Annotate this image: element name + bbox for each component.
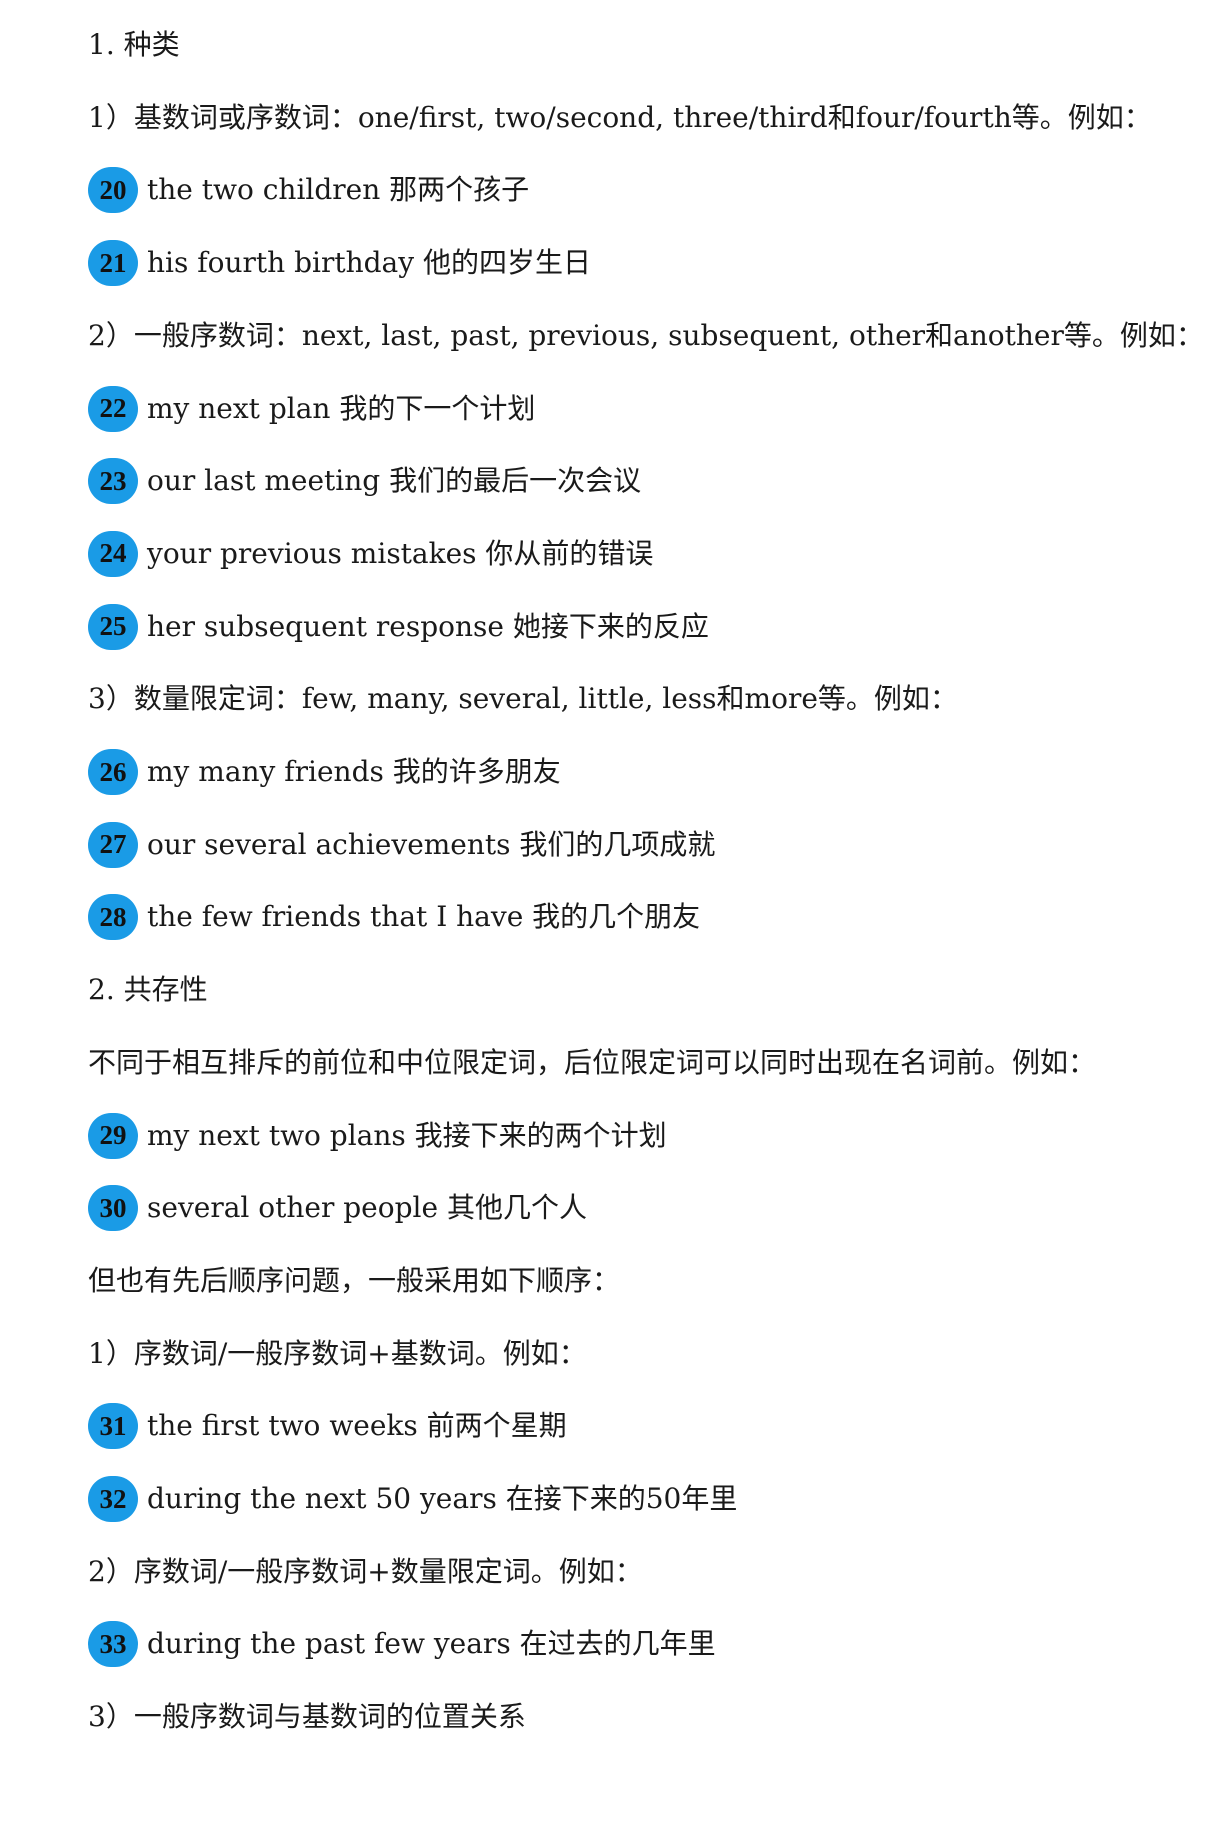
paragraph-text: 但也有先后顺序问题，一般采用如下顺序： bbox=[88, 1263, 621, 1297]
example-item: 26 my many friends 我的许多朋友 bbox=[88, 747, 1187, 797]
paragraph: 1）序数词/一般序数词+基数词。例如： bbox=[88, 1329, 1187, 1379]
paragraph-text: 1）序数词/一般序数词+基数词。例如： bbox=[88, 1336, 587, 1370]
example-item: 27 our several achievements 我们的几项成就 bbox=[88, 820, 1187, 870]
paragraph: 2）序数词/一般序数词+数量限定词。例如： bbox=[88, 1547, 1187, 1597]
paragraph-text: 3）一般序数词与基数词的位置关系 bbox=[88, 1700, 526, 1734]
example-number-badge: 31 bbox=[88, 1403, 138, 1450]
example-text: my many friends 我的许多朋友 bbox=[147, 755, 561, 788]
example-text: my next two plans 我接下来的两个计划 bbox=[147, 1118, 667, 1152]
document-page: 1. 种类 1）基数词或序数词：one/first, two/second, th… bbox=[0, 0, 1207, 1828]
paragraph: 3）数量限定词：few, many, several, little, less… bbox=[88, 674, 1187, 724]
paragraph: 3）一般序数词与基数词的位置关系 bbox=[88, 1692, 1187, 1742]
example-number-badge: 30 bbox=[88, 1185, 138, 1232]
example-item: 33 during the past few years 在过去的几年里 bbox=[88, 1619, 1187, 1669]
example-item: 20 the two children 那两个孩子 bbox=[88, 165, 1187, 215]
heading-text: 2. 共存性 bbox=[88, 973, 208, 1007]
section-heading: 1. 种类 bbox=[88, 20, 1187, 70]
example-item: 23 our last meeting 我们的最后一次会议 bbox=[88, 456, 1187, 506]
paragraph-text: 2）一般序数词：next, last, past, previous, subs… bbox=[88, 318, 1204, 352]
paragraph-text: 不同于相互排斥的前位和中位限定词，后位限定词可以同时出现在名词前。例如： bbox=[88, 1045, 1097, 1079]
example-text: during the next 50 years 在接下来的50年里 bbox=[147, 1482, 738, 1515]
example-number-badge: 27 bbox=[88, 821, 138, 868]
paragraph-text: 3）数量限定词：few, many, several, little, less… bbox=[88, 682, 958, 716]
example-item: 28 the few friends that I have 我的几个朋友 bbox=[88, 892, 1187, 942]
example-item: 22 my next plan 我的下一个计划 bbox=[88, 384, 1187, 434]
example-item: 29 my next two plans 我接下来的两个计划 bbox=[88, 1111, 1187, 1161]
example-text: during the past few years 在过去的几年里 bbox=[147, 1627, 716, 1661]
example-text: the two children 那两个孩子 bbox=[147, 173, 530, 207]
section-heading: 2. 共存性 bbox=[88, 965, 1187, 1015]
example-text: our last meeting 我们的最后一次会议 bbox=[147, 464, 642, 498]
example-text: the first two weeks 前两个星期 bbox=[147, 1409, 567, 1443]
example-number-badge: 21 bbox=[88, 240, 138, 287]
paragraph-text: 1）基数词或序数词：one/first, two/second, three/t… bbox=[88, 100, 1152, 134]
example-item: 21 his fourth birthday 他的四岁生日 bbox=[88, 238, 1187, 288]
paragraph: 1）基数词或序数词：one/first, two/second, three/t… bbox=[88, 93, 1187, 143]
example-text: his fourth birthday 他的四岁生日 bbox=[147, 246, 591, 280]
example-item: 30 several other people 其他几个人 bbox=[88, 1183, 1187, 1233]
example-text: my next plan 我的下一个计划 bbox=[147, 391, 536, 425]
paragraph: 2）一般序数词：next, last, past, previous, subs… bbox=[88, 311, 1204, 361]
paragraph: 但也有先后顺序问题，一般采用如下顺序： bbox=[88, 1256, 1187, 1306]
example-text: the few friends that I have 我的几个朋友 bbox=[147, 900, 701, 934]
heading-text: 1. 种类 bbox=[88, 28, 180, 61]
example-number-badge: 29 bbox=[88, 1112, 138, 1159]
example-number-badge: 26 bbox=[88, 749, 138, 795]
example-text: several other people 其他几个人 bbox=[147, 1191, 587, 1225]
example-number-badge: 33 bbox=[88, 1621, 138, 1668]
example-item: 32 during the next 50 years 在接下来的50年里 bbox=[88, 1474, 1187, 1524]
paragraph-text: 2）序数词/一般序数词+数量限定词。例如： bbox=[88, 1554, 643, 1588]
example-item: 31 the first two weeks 前两个星期 bbox=[88, 1401, 1187, 1451]
example-item: 24 your previous mistakes 你从前的错误 bbox=[88, 529, 1187, 579]
example-number-badge: 32 bbox=[88, 1476, 138, 1522]
example-text: our several achievements 我们的几项成就 bbox=[147, 827, 716, 861]
example-item: 25 her subsequent response 她接下来的反应 bbox=[88, 602, 1187, 652]
example-number-badge: 24 bbox=[88, 530, 138, 577]
example-number-badge: 25 bbox=[88, 603, 138, 650]
example-number-badge: 28 bbox=[88, 894, 138, 941]
example-number-badge: 23 bbox=[88, 458, 138, 505]
example-number-badge: 20 bbox=[88, 167, 138, 214]
example-text: your previous mistakes 你从前的错误 bbox=[147, 536, 654, 570]
example-number-badge: 22 bbox=[88, 385, 138, 432]
paragraph: 不同于相互排斥的前位和中位限定词，后位限定词可以同时出现在名词前。例如： bbox=[88, 1038, 1187, 1088]
example-text: her subsequent response 她接下来的反应 bbox=[147, 609, 709, 643]
